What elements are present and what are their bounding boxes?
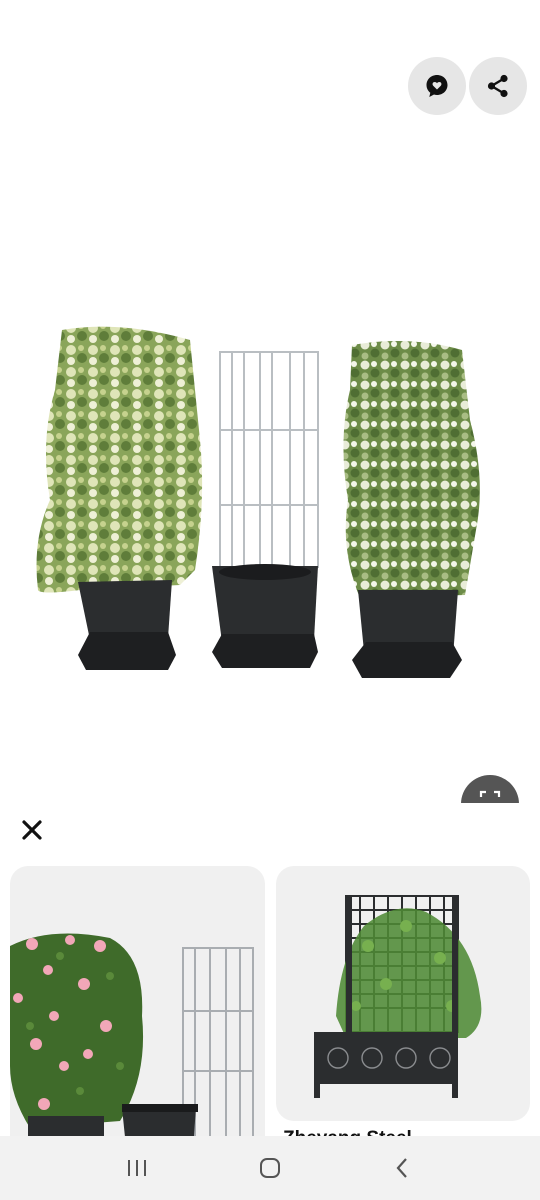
close-icon [22, 820, 42, 840]
recent-apps-button[interactable] [107, 1148, 167, 1188]
visual-search-icon [426, 75, 448, 97]
related-pin-image [314, 895, 482, 1098]
product-image[interactable] [0, 300, 540, 700]
visual-search-button[interactable] [408, 57, 466, 115]
back-icon [396, 1158, 408, 1178]
close-button[interactable] [14, 812, 50, 848]
related-pin-card[interactable] [276, 866, 530, 1121]
recent-apps-icon [127, 1160, 146, 1176]
scan-button-overlap [440, 803, 540, 843]
related-pin-image [10, 933, 254, 1166]
related-pin-card[interactable] [10, 866, 265, 1166]
home-icon [259, 1158, 280, 1178]
pin-closeup-screen: Zheyang Steel ... ••• [0, 0, 540, 1200]
home-button[interactable] [240, 1148, 300, 1188]
share-button[interactable] [469, 57, 527, 115]
system-navigation-bar [0, 1136, 540, 1200]
back-button[interactable] [373, 1148, 433, 1188]
share-icon [487, 74, 508, 98]
